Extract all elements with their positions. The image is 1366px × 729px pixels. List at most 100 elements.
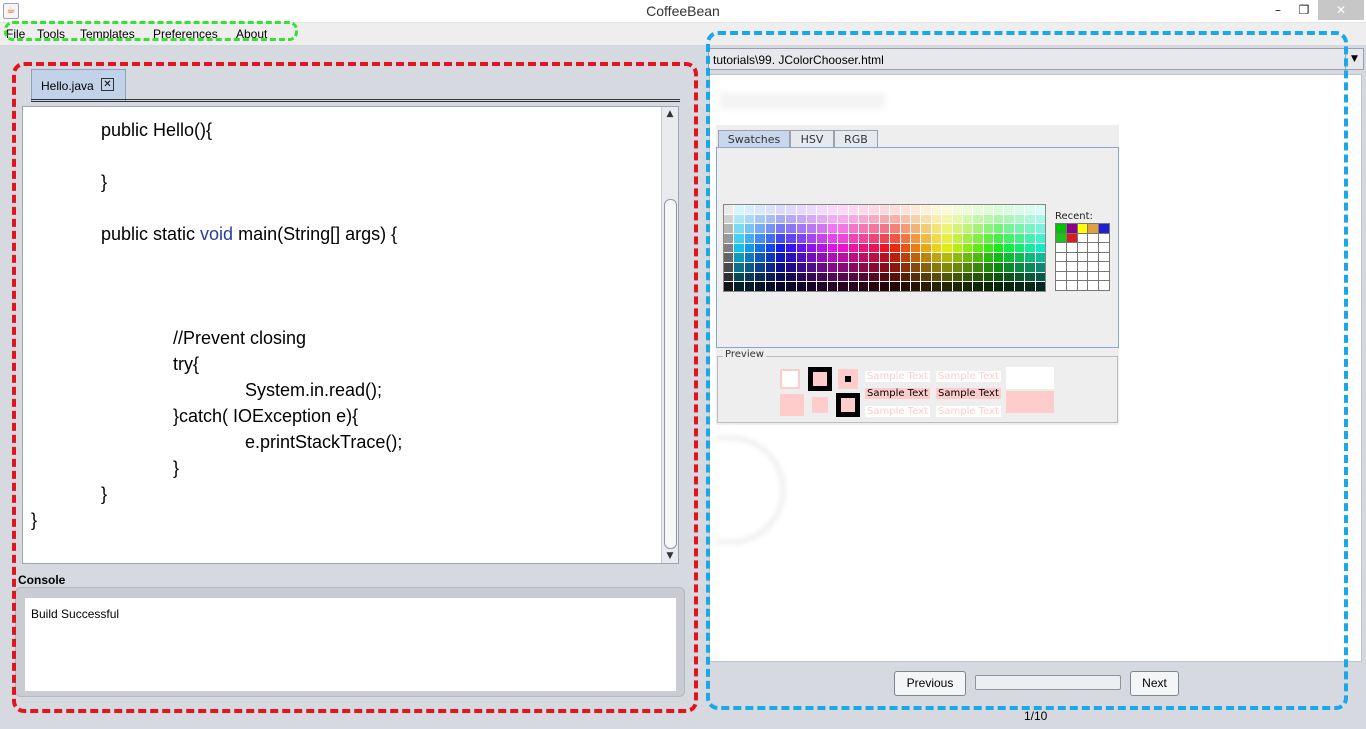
color-swatch (879, 253, 890, 262)
color-swatch (744, 234, 755, 243)
color-swatch (796, 253, 807, 262)
color-swatch (848, 205, 859, 214)
code-text: } (31, 510, 38, 530)
previous-button[interactable]: Previous (894, 671, 966, 696)
sample-text: Sample Text (865, 388, 930, 399)
maximize-icon[interactable]: ❐ (1291, 0, 1317, 20)
color-swatch (796, 234, 807, 243)
recent-swatch (1066, 262, 1077, 271)
menu-about[interactable]: About (236, 27, 267, 41)
next-button[interactable]: Next (1130, 671, 1179, 696)
color-swatch (994, 224, 1004, 233)
scroll-thumb[interactable] (664, 199, 677, 549)
recent-swatch (1088, 271, 1099, 281)
color-swatch (983, 214, 994, 224)
color-swatch (775, 272, 786, 282)
progress-fill (976, 676, 991, 689)
color-swatch (910, 272, 921, 282)
minimize-icon[interactable]: – (1265, 0, 1291, 20)
color-swatch (838, 214, 848, 224)
code-editor[interactable]: public Hello(){} public static void main(… (22, 106, 679, 564)
color-swatch (859, 205, 869, 214)
color-swatch (1004, 282, 1014, 291)
color-swatch (859, 282, 869, 291)
color-swatch (744, 224, 755, 233)
code-text: main(String[] args) { (233, 224, 398, 244)
chevron-down-icon[interactable]: ▼ (1345, 49, 1363, 69)
color-swatch (724, 234, 734, 243)
color-swatch (724, 205, 734, 214)
color-swatch (724, 224, 734, 233)
color-swatch (848, 214, 859, 224)
recent-swatch (1056, 252, 1066, 262)
color-swatch (734, 214, 744, 224)
recent-swatch (1066, 243, 1077, 252)
title-bar: ☕ CoffeeBean – ❐ ✕ (0, 0, 1366, 23)
color-swatch (1035, 205, 1045, 214)
color-swatch (879, 243, 890, 253)
menu-tools[interactable]: Tools (37, 27, 65, 41)
color-swatch (952, 253, 962, 262)
color-swatch (817, 234, 827, 243)
color-swatch (879, 272, 890, 282)
color-swatch (994, 214, 1004, 224)
color-swatch (910, 214, 921, 224)
color-swatch (973, 282, 983, 291)
code-line: System.in.read(); (245, 380, 382, 401)
color-swatch (994, 263, 1004, 272)
code-keyword: void (200, 224, 234, 244)
color-swatch (848, 272, 859, 282)
console-output-area[interactable]: Build Successful (25, 598, 676, 691)
code-text: }catch( IOException e){ (173, 406, 359, 426)
color-swatch (744, 214, 755, 224)
color-swatch (1004, 272, 1014, 282)
color-swatch (910, 224, 921, 233)
tutorial-viewer[interactable]: Swatches HSV RGB Recent: Preview Sample … (709, 74, 1362, 662)
recent-swatch (1088, 224, 1099, 233)
recent-swatch (1056, 224, 1066, 233)
color-swatch (879, 205, 890, 214)
sample-text: Sample Text (865, 371, 930, 382)
color-swatch (994, 253, 1004, 262)
preview-swatch (808, 367, 832, 391)
code-text: } (173, 458, 180, 478)
page-indicator: 1/10 (1024, 709, 1048, 723)
scroll-down-icon[interactable]: ▼ (662, 549, 678, 563)
color-swatch (859, 263, 869, 272)
close-icon[interactable]: ✕ (1318, 0, 1364, 20)
menu-templates[interactable]: Templates (80, 27, 135, 41)
menu-preferences[interactable]: Preferences (153, 27, 218, 41)
tab-divider (31, 99, 680, 102)
tab-close-icon[interactable]: ✕ (101, 78, 114, 91)
color-swatch (755, 205, 765, 214)
editor-scrollbar[interactable]: ▲ ▼ (661, 107, 678, 563)
recent-swatch (1056, 233, 1066, 243)
color-swatch (869, 282, 879, 291)
window-title: CoffeeBean (646, 3, 720, 19)
color-swatch (900, 224, 910, 233)
scroll-up-icon[interactable]: ▲ (662, 107, 678, 121)
code-text: public Hello(){ (101, 120, 213, 140)
recent-swatch (1066, 271, 1077, 281)
color-swatch (994, 234, 1004, 243)
recent-swatch (1066, 224, 1077, 233)
color-swatch (910, 205, 921, 214)
color-swatch (755, 214, 765, 224)
color-swatch (983, 243, 994, 253)
console-output: Build Successful (31, 607, 120, 621)
menu-file[interactable]: File (6, 27, 25, 41)
color-swatch (983, 282, 994, 291)
tutorial-select[interactable]: tutorials\99. JColorChooser.html ▼ (708, 48, 1364, 70)
color-swatch (807, 234, 817, 243)
color-swatch (1004, 224, 1014, 233)
color-swatch (755, 234, 765, 243)
code-line: } (173, 458, 179, 479)
color-swatch (900, 214, 910, 224)
color-swatch (910, 282, 921, 291)
color-swatch (952, 263, 962, 272)
code-line: e.printStackTrace(); (245, 432, 402, 453)
tab-swatches: Swatches (718, 130, 790, 148)
color-swatch (765, 224, 775, 233)
color-swatch (931, 253, 942, 262)
tab-hello-java[interactable]: Hello.java ✕ (31, 69, 126, 101)
